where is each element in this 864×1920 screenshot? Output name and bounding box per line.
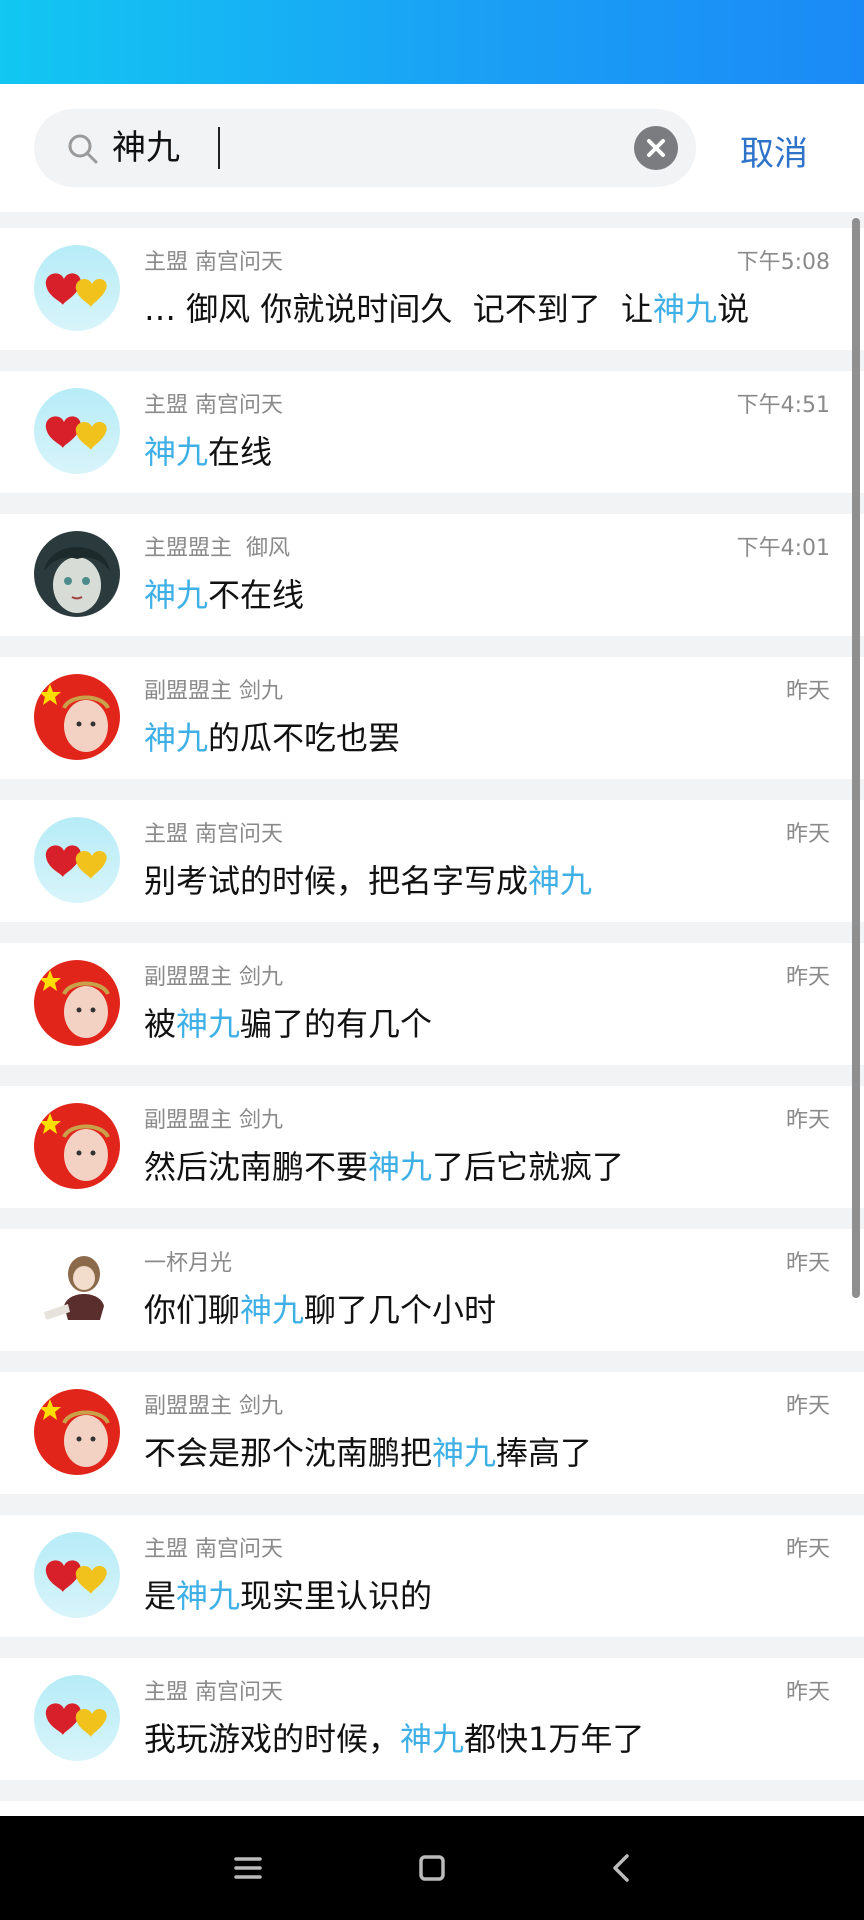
keyword-highlight: 神九 [144,576,209,614]
message-fragment: 不在线 [208,576,305,614]
message-time: 昨天 [785,1251,830,1276]
message-time: 昨天 [785,965,830,990]
result-row[interactable]: 副盟盟主 剑九 昨天神九的瓜不吃也罢 [0,657,864,779]
message-fragment: 别考试的时候，把名字写成 [144,862,529,900]
result-row[interactable]: 副盟盟主 剑九 昨天不会是那个沈南鹏把神九捧高了 [0,1372,864,1494]
results-list[interactable]: 主盟 南宫问天 下午5:08… 御风 你就说时间久 记不到了 让神九说 主盟 南宫问… [0,212,864,1816]
message-time: 昨天 [785,1108,830,1133]
message-fragment: 了后它就疯了 [432,1148,625,1186]
avatar[interactable] [34,817,120,903]
result-row[interactable]: 主盟 南宫问天 昨天我玩游戏的时候，神九都快1万年了 [0,1658,864,1780]
message-time: 昨天 [785,1537,830,1562]
keyword-highlight: 神九 [240,1291,305,1329]
keyword-highlight: 神九 [528,862,593,900]
avatar[interactable] [34,960,120,1046]
message-fragment: 现实里认识的 [240,1577,433,1615]
sender-name: 主盟 南宫问天 [144,393,283,418]
message-time: 下午4:51 [736,393,830,418]
sender-name: 副盟盟主 剑九 [144,1394,283,1419]
message-text: 神九的瓜不吃也罢 [144,713,400,759]
message-fragment: 被 [144,1005,177,1043]
message-time: 昨天 [785,1394,830,1419]
keyword-highlight: 神九 [176,1005,241,1043]
clear-icon[interactable] [634,126,678,170]
message-text: 我玩游戏的时候，神九都快1万年了 [144,1714,644,1760]
avatar[interactable] [34,674,120,760]
message-text: 神九在线 [144,427,272,473]
keyword-highlight: 神九 [400,1720,465,1758]
result-row[interactable]: 主盟 南宫问天 下午4:51 神九在线 [0,371,864,493]
message-time: 下午4:01 [736,536,830,561]
home-icon[interactable] [412,1848,452,1888]
message-fragment: 是 [144,1577,177,1615]
result-row[interactable]: 分盟一 时映秋昨天 [0,1801,864,1816]
message-time: 昨天 [785,822,830,847]
avatar[interactable] [34,245,120,331]
message-fragment: … 御风 你就说时间久 记不到了 让 [144,290,654,328]
message-fragment: 说 [717,290,750,328]
avatar[interactable] [34,1389,120,1475]
message-fragment: 骗了的有几个 [240,1005,433,1043]
message-text: 是神九现实里认识的 [144,1571,432,1617]
keyword-highlight: 神九 [653,290,718,328]
message-fragment: 你们聊 [144,1291,241,1329]
keyword-highlight: 神九 [176,1577,241,1615]
avatar[interactable] [34,1532,120,1618]
message-fragment: 都快1万年了 [464,1720,645,1758]
message-fragment: 在线 [208,433,273,471]
message-time: 昨天 [785,1680,830,1705]
message-fragment: 我玩游戏的时候， [144,1720,401,1758]
message-time: 下午5:08 [736,250,830,275]
message-text: 神九不在线 [144,570,304,616]
status-bar [0,0,864,84]
message-fragment: 捧高了 [496,1434,593,1472]
sender-name: 副盟盟主 剑九 [144,679,283,704]
avatar[interactable] [34,531,120,617]
message-text: 然后沈南鹏不要神九了后它就疯了 [144,1142,624,1188]
search-icon [68,134,98,164]
result-row[interactable]: 主盟 南宫问天 下午5:08 … 御风 你就说时间久 记不到了 让神九说 [0,228,864,350]
keyword-highlight: 神九 [144,719,209,757]
sender-name: 一杯月光 [144,1251,233,1276]
avatar[interactable] [34,1103,120,1189]
message-time: 昨天 [785,679,830,704]
avatar[interactable] [34,1246,120,1332]
result-row[interactable]: 主盟盟主 御风 下午4:01 神九不在线 [0,514,864,636]
result-row[interactable]: 主盟 南宫问天 昨天别考试的时候，把名字写成神九 [0,800,864,922]
message-fragment: 不会是那个沈南鹏把 [144,1434,433,1472]
result-row[interactable]: 副盟盟主 剑九 昨天然后沈南鹏不要神九了后它就疯了 [0,1086,864,1208]
message-text: 不会是那个沈南鹏把神九捧高了 [144,1428,592,1474]
scrollbar[interactable] [852,218,860,1298]
sender-name: 主盟盟主 御风 [144,536,290,561]
back-icon[interactable] [602,1848,642,1888]
message-fragment: 的瓜不吃也罢 [208,719,401,757]
navigation-bar [0,1816,864,1920]
keyword-highlight: 神九 [432,1434,497,1472]
sender-name: 主盟 南宫问天 [144,250,283,275]
search-box[interactable] [34,109,696,187]
result-row[interactable]: 一杯月光 昨天你们聊神九聊了几个小时 [0,1229,864,1351]
message-text: 被神九骗了的有几个 [144,999,432,1045]
message-text: 你们聊神九聊了几个小时 [144,1285,496,1331]
result-row[interactable]: 主盟 南宫问天 昨天是神九现实里认识的 [0,1515,864,1637]
sender-name: 副盟盟主 剑九 [144,1108,283,1133]
message-text: 别考试的时候，把名字写成神九 [144,856,592,902]
message-fragment: 聊了几个小时 [304,1291,497,1329]
menu-icon[interactable] [228,1848,268,1888]
cancel-button[interactable]: 取消 [740,126,808,175]
keyword-highlight: 神九 [144,433,209,471]
search-header: 取消 [0,84,864,212]
text-caret [218,127,220,169]
sender-name: 副盟盟主 剑九 [144,965,283,990]
search-input[interactable] [112,109,632,187]
result-row[interactable]: 副盟盟主 剑九 昨天被神九骗了的有几个 [0,943,864,1065]
sender-name: 主盟 南宫问天 [144,822,283,847]
keyword-highlight: 神九 [368,1148,433,1186]
sender-name: 主盟 南宫问天 [144,1680,283,1705]
message-fragment: 然后沈南鹏不要 [144,1148,369,1186]
message-text: … 御风 你就说时间久 记不到了 让神九说 [144,284,749,330]
avatar[interactable] [34,1675,120,1761]
avatar[interactable] [34,388,120,474]
sender-name: 主盟 南宫问天 [144,1537,283,1562]
